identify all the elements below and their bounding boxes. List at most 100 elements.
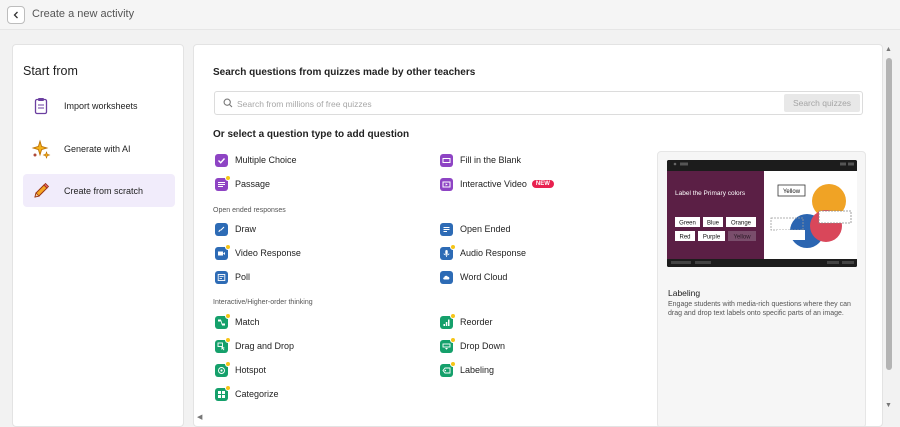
qtype-multiple-choice[interactable]: Multiple Choice (215, 152, 297, 168)
qtype-label: Hotspot (235, 365, 267, 375)
categorize-icon (215, 384, 231, 401)
search-heading: Search questions from quizzes made by ot… (213, 67, 476, 78)
qtype-label: Fill in the Blank (460, 155, 522, 165)
qtype-word-cloud[interactable]: Word Cloud (440, 269, 507, 285)
qtype-reorder[interactable]: Reorder (440, 312, 493, 330)
back-button[interactable] (7, 6, 25, 24)
preview-tag: Blue (707, 221, 720, 227)
qtype-interactive-video[interactable]: Interactive Video NEW (440, 176, 554, 192)
top-bar: Create a new activity (0, 0, 900, 30)
preview-tag: Purple (703, 235, 721, 241)
qtype-drag-and-drop[interactable]: Drag and Drop (215, 336, 295, 354)
vertical-scrollbar[interactable]: ▲ ▼ (884, 44, 894, 427)
premium-lock-icon (450, 336, 456, 343)
qtype-open-ended[interactable]: Open Ended (440, 221, 511, 237)
preview-tag: Orange (731, 221, 752, 227)
search-box: Search quizzes (214, 91, 863, 115)
qtype-label: Drop Down (460, 341, 506, 351)
qtype-label: Poll (235, 272, 251, 282)
pencil-icon (31, 181, 51, 201)
open-ended-section-label: Open ended responses (213, 207, 286, 214)
premium-lock-icon (450, 243, 456, 250)
checkbox-icon (215, 153, 228, 167)
qtype-label: Labeling (460, 365, 495, 375)
premium-lock-icon (225, 243, 231, 250)
dropdown-icon (440, 336, 456, 353)
start-from-title: Start from (23, 64, 78, 78)
scrollbar-thumb[interactable] (886, 58, 892, 370)
page-title: Create a new activity (32, 8, 135, 20)
drag-icon (215, 336, 231, 353)
question-type-heading: Or select a question type to add questio… (213, 129, 410, 140)
scroll-left-icon[interactable]: ◀ (197, 413, 202, 421)
preview-image: Label the Primary colors Green Blue Oran… (667, 160, 857, 267)
preview-description: Engage students with media-rich question… (668, 301, 851, 317)
clipboard-icon (31, 96, 51, 116)
qtype-label: Passage (235, 179, 271, 189)
mic-icon (440, 243, 456, 260)
qtype-hotspot[interactable]: Hotspot (215, 360, 267, 378)
brush-icon (215, 222, 228, 236)
premium-lock-icon (225, 174, 231, 181)
label-icon (440, 360, 456, 377)
premium-lock-icon (450, 360, 456, 367)
match-icon (215, 312, 231, 329)
chevron-left-icon (13, 11, 18, 19)
qtype-labeling[interactable]: Labeling (440, 360, 495, 378)
qtype-label: Open Ended (460, 224, 511, 234)
qtype-passage[interactable]: Passage (215, 174, 271, 192)
qtype-label: Draw (235, 224, 257, 234)
qtype-match[interactable]: Match (215, 312, 260, 330)
nav-label: Generate with AI (64, 143, 131, 154)
camera-icon (215, 243, 231, 260)
search-quizzes-button[interactable]: Search quizzes (784, 94, 860, 112)
sparkle-icon (31, 139, 51, 159)
qtype-label: Interactive Video (460, 179, 527, 189)
start-from-panel: Start from Import worksheets Generate wi… (12, 44, 184, 427)
scroll-down-icon[interactable]: ▼ (885, 402, 892, 409)
hotspot-icon (215, 360, 231, 377)
blank-box-icon (440, 153, 453, 167)
preview-tag: Green (679, 221, 696, 227)
qtype-label: Word Cloud (460, 272, 508, 282)
nav-import-worksheets[interactable]: Import worksheets (23, 89, 175, 122)
qtype-poll[interactable]: Poll (215, 269, 250, 285)
poll-icon (215, 270, 228, 284)
premium-lock-icon (225, 384, 231, 391)
premium-lock-icon (450, 312, 456, 319)
nav-create-from-scratch[interactable]: Create from scratch (23, 174, 175, 207)
nav-label: Import worksheets (64, 100, 138, 111)
premium-lock-icon (225, 312, 231, 319)
qtype-label: Categorize (235, 389, 279, 399)
preview-title: Labeling (668, 288, 701, 298)
qtype-video-response[interactable]: Video Response (215, 243, 301, 261)
cloud-icon (440, 270, 453, 284)
premium-lock-icon (225, 360, 231, 367)
qtype-label: Drag and Drop (235, 341, 295, 351)
qtype-label: Match (235, 317, 260, 327)
nav-generate-with-ai[interactable]: Generate with AI (23, 132, 175, 165)
search-input[interactable] (237, 95, 777, 112)
premium-lock-icon (225, 336, 231, 343)
qtype-label: Multiple Choice (235, 155, 297, 165)
preview-tag: Yellow (733, 235, 751, 241)
scroll-up-icon[interactable]: ▲ (885, 46, 892, 53)
reorder-icon (440, 312, 456, 329)
interactive-section-label: Interactive/Higher-order thinking (213, 299, 313, 306)
qtype-fill-in-the-blank[interactable]: Fill in the Blank (440, 152, 521, 168)
qtype-categorize[interactable]: Categorize (215, 384, 279, 402)
text-icon (440, 222, 453, 236)
qtype-label: Video Response (235, 248, 301, 258)
preview-heading: Label the Primary colors (675, 190, 746, 197)
preview-placed-label: Yellow (783, 189, 801, 195)
lines-icon (215, 174, 231, 191)
qtype-draw[interactable]: Draw (215, 221, 256, 237)
new-badge: NEW (531, 180, 554, 188)
preview-tag: Red (679, 235, 690, 241)
qtype-audio-response[interactable]: Audio Response (440, 243, 527, 261)
main-panel: Search questions from quizzes made by ot… (193, 44, 883, 427)
qtype-label: Audio Response (460, 248, 527, 258)
video-icon (440, 177, 453, 191)
qtype-drop-down[interactable]: Drop Down (440, 336, 506, 354)
preview-card: Label the Primary colors Green Blue Oran… (657, 151, 866, 426)
